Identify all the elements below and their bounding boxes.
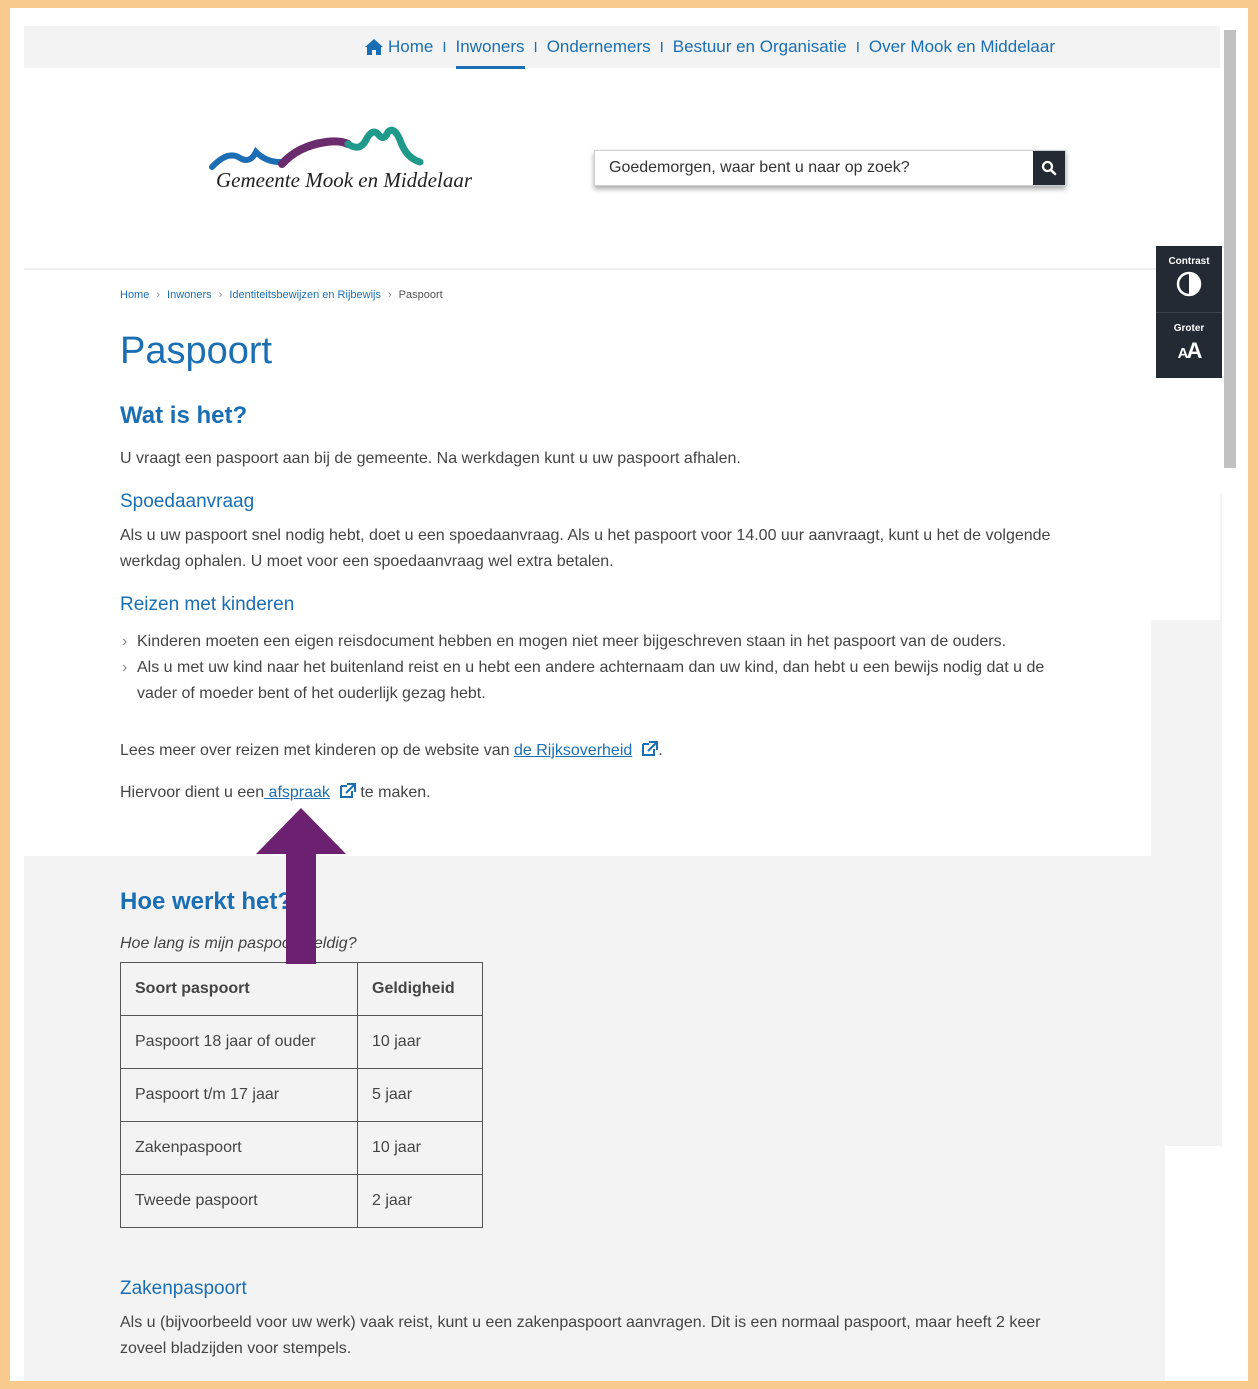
nav-item-inwoners[interactable]: Inwoners: [455, 36, 525, 69]
home-icon: [365, 39, 383, 55]
external-link-icon: [339, 783, 356, 798]
table-cell: Tweede paspoort: [120, 1174, 358, 1228]
accessibility-widget: Contrast Groter AA: [1156, 246, 1222, 378]
nav-item-over[interactable]: Over Mook en Middelaar: [869, 36, 1055, 58]
nav-label: Ondernemers: [546, 37, 651, 56]
text-size-icon: AA: [1178, 338, 1203, 364]
bigger-text-button[interactable]: Groter AA: [1156, 312, 1222, 378]
table-cell: Paspoort 18 jaar of ouder: [120, 1015, 358, 1069]
top-navigation: Home I Inwoners I Ondernemers I Bestuur …: [24, 26, 1220, 69]
rijksoverheid-link[interactable]: de Rijksoverheid: [514, 742, 632, 759]
contrast-label: Contrast: [1168, 256, 1210, 267]
arrow-up-icon: [256, 808, 346, 964]
contrast-icon: [1176, 271, 1202, 297]
search-button[interactable]: [1033, 151, 1065, 185]
appointment-suffix: te maken.: [355, 784, 431, 801]
contrast-button[interactable]: Contrast: [1156, 246, 1222, 312]
browser-viewport: Home I Inwoners I Ondernemers I Bestuur …: [24, 26, 1220, 1381]
business-text: Als u (bijvoorbeeld voor uw werk) vaak r…: [120, 1314, 1041, 1357]
subheading-children: Reizen met kinderen: [120, 594, 295, 615]
breadcrumb-current: Paspoort: [398, 289, 443, 301]
table-cell: Zakenpaspoort: [120, 1121, 358, 1175]
text-size-big-glyph: A: [1186, 338, 1202, 363]
table-cell: 10 jaar: [357, 1121, 483, 1175]
nav-item-ondernemers[interactable]: Ondernemers: [547, 36, 651, 58]
search-icon: [1041, 160, 1057, 176]
table-row: Tweede paspoort 2 jaar: [120, 1174, 483, 1228]
municipality-logo[interactable]: Gemeente Mook en Middelaar: [198, 122, 498, 202]
more-info-text: Lees meer over reizen met kinderen op de…: [120, 738, 1080, 764]
afspraak-link[interactable]: afspraak: [264, 784, 330, 801]
bigger-label: Groter: [1173, 323, 1205, 334]
external-link-icon: [642, 741, 659, 756]
search-input[interactable]: [595, 151, 1015, 185]
nav-separator: I: [659, 38, 664, 56]
children-list: Kinderen moeten een eigen reisdocument h…: [120, 629, 1080, 707]
table-header: Soort paspoort: [120, 962, 358, 1016]
table-cell: Paspoort t/m 17 jaar: [120, 1068, 358, 1122]
urgent-text: Als u uw paspoort snel nodig hebt, doet …: [120, 527, 1051, 570]
appointment-text: Hiervoor dient u een afspraak te maken.: [120, 780, 1080, 806]
table-row: Zakenpaspoort 10 jaar: [120, 1121, 483, 1175]
nav-separator: I: [855, 38, 860, 56]
nav-separator: I: [533, 38, 538, 56]
nav-label: Over Mook en Middelaar: [868, 37, 1055, 56]
table-cell: 10 jaar: [357, 1015, 483, 1069]
chevron-right-icon: ›: [387, 289, 392, 301]
page-title: Paspoort: [120, 330, 273, 372]
more-suffix: .: [658, 742, 663, 759]
section-heading-what: Wat is het?: [120, 402, 248, 429]
subheading-business: Zakenpaspoort: [120, 1278, 247, 1299]
nav-label: Bestuur en Organisatie: [672, 37, 847, 56]
validity-table: Soort paspoort Geldigheid Paspoort 18 ja…: [120, 962, 483, 1228]
list-item: Als u met uw kind naar het buitenland re…: [120, 655, 1080, 707]
appointment-prefix: Hiervoor dient u een: [120, 784, 265, 801]
breadcrumb-home[interactable]: Home: [120, 289, 149, 301]
list-item: Kinderen moeten een eigen reisdocument h…: [120, 629, 1080, 655]
more-prefix: Lees meer over reizen met kinderen op de…: [120, 742, 514, 759]
table-cell: 5 jaar: [357, 1068, 483, 1122]
table-header-row: Soort paspoort Geldigheid: [120, 962, 483, 1016]
side-panel-background: [1151, 620, 1220, 1146]
nav-item-home[interactable]: Home: [364, 36, 433, 58]
header-divider: [24, 268, 1220, 270]
breadcrumb-identiteitsbewijzen[interactable]: Identiteitsbewijzen en Rijbewijs: [229, 289, 381, 301]
table-row: Paspoort t/m 17 jaar 5 jaar: [120, 1068, 483, 1122]
table-header: Geldigheid: [357, 962, 483, 1016]
chevron-right-icon: ›: [218, 289, 223, 301]
nav-separator: I: [442, 38, 447, 56]
breadcrumb-inwoners[interactable]: Inwoners: [167, 289, 212, 301]
scrollbar-thumb[interactable]: [1224, 30, 1236, 468]
table-row: Paspoort 18 jaar of ouder 10 jaar: [120, 1015, 483, 1069]
search-box: [594, 150, 1066, 186]
chevron-right-icon: ›: [156, 289, 161, 301]
breadcrumb: Home › Inwoners › Identiteitsbewijzen en…: [120, 289, 443, 301]
subheading-urgent: Spoedaanvraag: [120, 491, 255, 512]
what-text: U vraagt een paspoort aan bij de gemeent…: [120, 450, 741, 467]
table-cell: 2 jaar: [357, 1174, 483, 1228]
logo-waves-icon: [209, 126, 424, 170]
screenshot-frame: Home I Inwoners I Ondernemers I Bestuur …: [10, 8, 1248, 1381]
nav-item-bestuur[interactable]: Bestuur en Organisatie: [673, 36, 847, 58]
nav-label: Home: [388, 37, 434, 56]
logo-text: Gemeente Mook en Middelaar: [216, 168, 472, 192]
nav-label: Inwoners: [455, 37, 525, 56]
